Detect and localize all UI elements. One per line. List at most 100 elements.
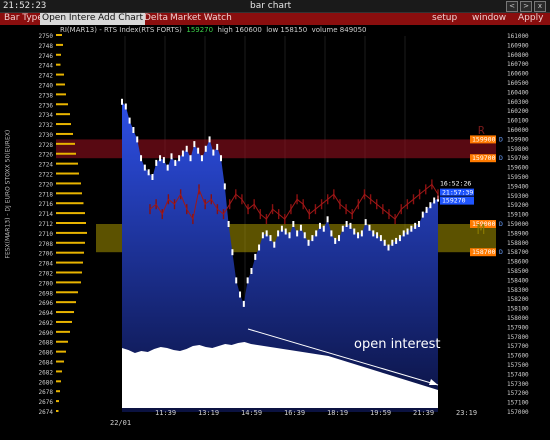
left-axis-tick: 2730 [39,132,54,139]
price-bar [433,197,436,204]
left-axis-tick: 2724 [39,162,54,169]
level-r-bottom-flag: D [499,154,503,162]
profile-bar [56,222,86,224]
profile-bar [56,212,85,215]
level-m-top-flag: D [499,220,503,228]
left-axis-tick: 2674 [39,409,54,416]
right-axis-tick: 157800 [507,334,529,341]
left-axis-tick: 2746 [39,53,54,60]
profile-bar [56,380,61,383]
right-axis-tick: 157400 [507,371,529,378]
price-bar [288,232,291,239]
x-axis-tick: 14:59 [241,409,262,417]
profile-bar [56,360,64,363]
x-axis-tick: 18:19 [327,409,348,417]
price-bar [265,230,268,237]
left-axis-tick: 2680 [39,379,54,386]
right-axis-tick: 160300 [507,99,529,106]
x-axis-tick: 21:39 [413,409,434,417]
left-axis-tick: 2744 [39,63,54,70]
right-axis-tick: 157300 [507,381,529,388]
price-bar [391,239,394,246]
right-axis-tick: 157200 [507,390,529,397]
profile-bar [56,103,68,106]
left-axis-tick: 2684 [39,360,54,367]
price-bar [292,221,295,227]
left-axis-tick: 2712 [39,221,54,228]
price-bar [143,164,146,171]
price-bar [185,145,188,152]
left-axis-tick: 2702 [39,270,54,277]
left-axis-tick: 2722 [39,172,54,179]
price-bar [189,155,192,162]
price-bar [235,277,238,284]
price-bar [410,225,413,232]
profile-bar [56,172,79,175]
left-axis-tick: 2676 [39,399,54,406]
left-axis-tick: 2682 [39,369,54,376]
level-m-bottom-text: 158700 [472,248,496,256]
right-axis-tick: 158800 [507,240,529,247]
profile-bar [56,400,59,403]
right-axis-tick: 158700 [507,249,529,256]
price-bar [254,253,257,260]
left-axis-tick: 2732 [39,122,54,129]
price-bar [239,291,242,298]
price-bar [204,145,207,152]
price-bar [414,222,417,229]
x-axis-tick: 23:19 [456,409,477,417]
profile-bar [56,241,85,244]
right-axis-tick: 159000 [507,221,529,228]
price-bar [379,235,382,242]
right-axis-tick: 157900 [507,324,529,331]
price-bar [368,224,371,231]
zone-m-label: M [477,223,485,238]
profile-bar [56,142,75,145]
left-axis-tick: 2748 [39,43,54,50]
right-axis-tick: 157600 [507,353,529,360]
price-bar [124,103,127,110]
right-axis-tick: 157500 [507,362,529,369]
left-axis-tick: 2742 [39,73,54,80]
right-axis-tick: 160000 [507,127,529,134]
price-bar [273,241,276,248]
level-r-bottom-text: 159700 [472,154,496,162]
price-bar [372,230,375,237]
profile-bar [56,340,68,343]
profile-bar [56,63,61,66]
right-axis-tick: 159200 [507,202,529,209]
profile-bar [56,261,83,264]
price-bar [364,219,367,226]
x-axis-tick: 16:39 [284,409,305,417]
left-axis-tick: 2708 [39,241,54,248]
price-bar [227,221,230,227]
profile-bar [56,291,78,294]
price-chart[interactable]: 2750 2748 2746 2744 2742 2740 2738 2736 2734 2732… [0,0,550,440]
price-bar [197,147,200,154]
profile-bar [56,93,66,96]
left-axis-tick: 2750 [39,33,54,40]
price-bar [383,239,386,246]
price-bar [357,232,360,239]
right-axis-tick: 159300 [507,193,529,200]
profile-bar [56,320,72,323]
price-bar [136,136,139,143]
right-axis-tick: 157000 [507,409,529,416]
right-axis-tick: 158100 [507,306,529,313]
profile-bar [56,152,76,155]
profile-bar [56,83,65,86]
price-bar [170,153,173,160]
right-axis-tick: 160200 [507,108,529,115]
right-axis-tick: 158200 [507,296,529,303]
price-bar [155,159,158,166]
left-axis-tick: 2736 [39,102,54,109]
price-bar [330,230,333,237]
profile-bar [56,370,62,373]
left-axis-tick: 2728 [39,142,54,149]
price-bar [151,174,154,180]
right-axis-tick: 158300 [507,287,529,294]
left-axis-tick: 2716 [39,201,54,208]
left-axis-tick: 2692 [39,320,54,327]
x-axis: 22/01 11:39 13:19 14:59 16:39 18:19 19:59 21:39… [110,409,477,427]
price-bar [311,235,314,242]
